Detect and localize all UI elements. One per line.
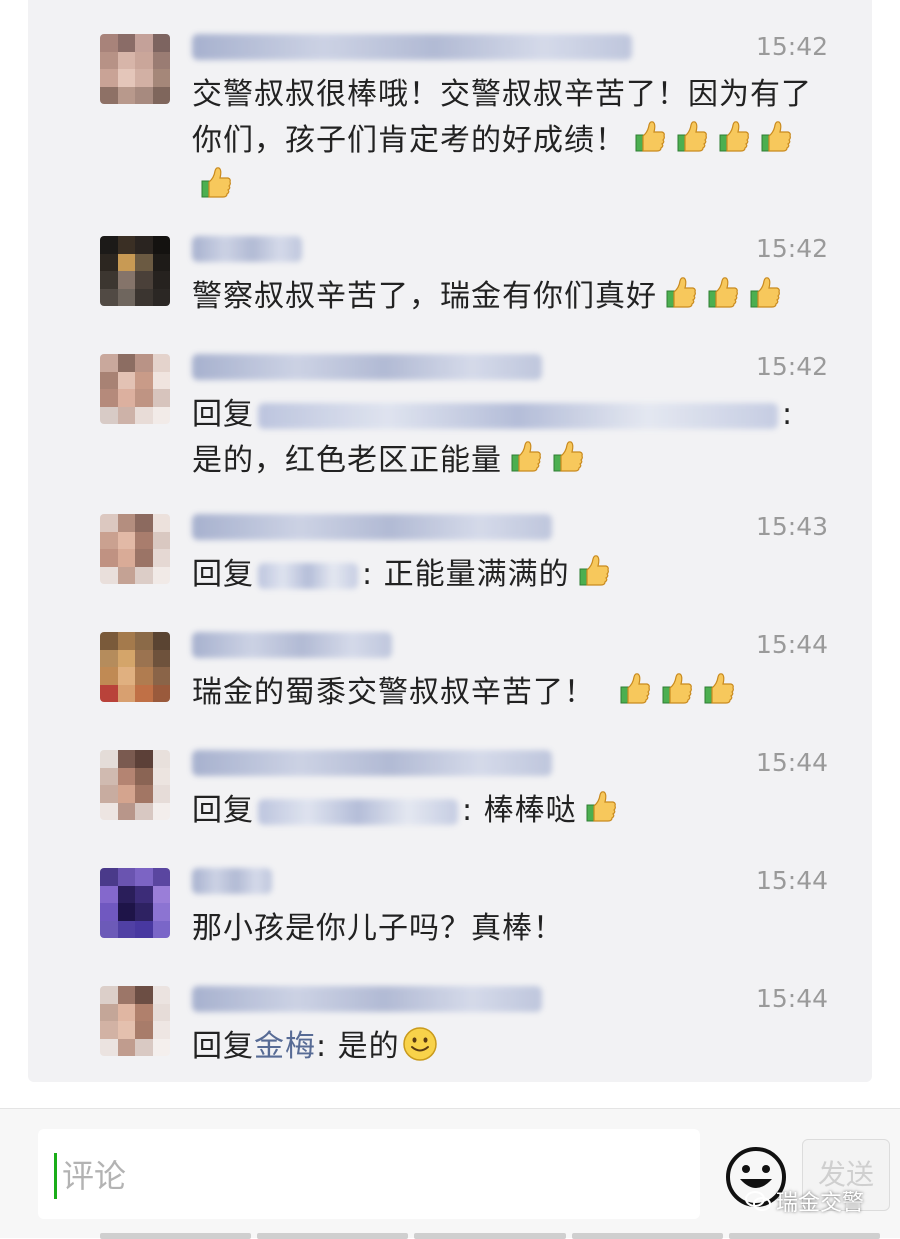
commenter-name-blurred [192,986,542,1012]
comment-item[interactable]: 15:44 回复金梅: 是的 [28,978,872,1078]
avatar[interactable] [100,514,170,584]
thumbs-up-icon [511,441,541,472]
commenter-name-blurred [192,34,632,60]
commenter-name-blurred [192,514,552,540]
thumbs-up-icons [657,277,783,314]
comment-item[interactable]: 15:44 那小孩是你儿子吗？真棒！ [28,860,872,960]
thumbs-up-icon [201,167,231,198]
commenter-name-blurred [192,750,552,776]
thumbs-up-icons [570,555,612,592]
comment-text: 瑞金的蜀黍交警叔叔辛苦了！ [192,670,832,716]
commenter-name-blurred [192,236,302,262]
thumbs-up-icon [666,277,696,308]
reply-prefix: 回复 [192,397,254,432]
keyboard-edge [100,1233,881,1239]
commenter-name-blurred [192,354,542,380]
thumbs-up-icon [708,277,738,308]
avatar[interactable] [100,34,170,104]
text-caret [54,1153,57,1199]
comment-text: 交警叔叔很棒哦！交警叔叔辛苦了！因为有了你们，孩子们肯定考的好成绩！ [192,72,832,210]
comment-input[interactable]: 评论 [38,1129,700,1219]
thumbs-up-icon [586,791,616,822]
thumbs-up-icons [577,791,619,828]
avatar[interactable] [100,986,170,1056]
reply-prefix: 回复 [192,1029,254,1064]
comment-time: 15:43 [755,512,828,541]
comment-text: 回复: 是的，红色老区正能量 [192,392,832,484]
comment-body: 警察叔叔辛苦了，瑞金有你们真好 [192,279,657,314]
avatar[interactable] [100,236,170,306]
comment-item[interactable]: 15:42 回复: 是的，红色老区正能量 [28,346,872,486]
comment-item[interactable]: 15:42 交警叔叔很棒哦！交警叔叔辛苦了！因为有了你们，孩子们肯定考的好成绩！ [28,26,872,206]
comment-time: 15:42 [755,234,828,263]
comment-time: 15:44 [755,748,828,777]
comment-text: 警察叔叔辛苦了，瑞金有你们真好 [192,274,832,320]
avatar[interactable] [100,632,170,702]
comment-time: 15:44 [755,630,828,659]
comment-text: 那小孩是你儿子吗？真棒！ [192,906,832,952]
reply-prefix: 回复 [192,557,254,592]
thumbs-up-icon [662,673,692,704]
comment-body: : 棒棒哒 [462,793,577,828]
comment-input-bar: 评论 发送 瑞金交警 [0,1108,900,1239]
avatar[interactable] [100,354,170,424]
thumbs-up-icon [704,673,734,704]
avatar[interactable] [100,750,170,820]
reply-target-blurred[interactable] [258,402,778,429]
comment-item[interactable]: 15:44 瑞金的蜀黍交警叔叔辛苦了！ [28,624,872,724]
avatar[interactable] [100,868,170,938]
comment-time: 15:42 [755,32,828,61]
comment-list: 15:42 交警叔叔很棒哦！交警叔叔辛苦了！因为有了你们，孩子们肯定考的好成绩！… [28,0,872,1082]
reply-prefix: 回复 [192,793,254,828]
wechat-icon [745,1191,771,1211]
thumbs-up-icon [579,555,609,586]
thumbs-up-icon [677,121,707,152]
comment-body: : 是的 [316,1029,400,1064]
watermark-text: 瑞金交警 [776,1191,865,1216]
comment-time: 15:42 [755,352,828,381]
smile-emoji-icon [402,1027,437,1061]
thumbs-up-icons [502,441,586,478]
comment-text: 回复 : 正能量满满的 [192,552,832,598]
thumbs-up-icon [719,121,749,152]
comment-time: 15:44 [755,984,828,1013]
comment-time: 15:44 [755,866,828,895]
commenter-name-blurred [192,868,272,894]
account-watermark: 瑞金交警 [744,1185,864,1217]
comment-body: 那小孩是你儿子吗？真棒！ [192,911,564,946]
comment-text: 回复金梅: 是的 [192,1024,832,1070]
commenter-name-blurred [192,632,392,658]
reply-target-blurred[interactable] [258,562,358,589]
reply-target-blurred[interactable] [258,798,458,825]
thumbs-up-icon [635,121,665,152]
comment-item[interactable]: 15:42 警察叔叔辛苦了，瑞金有你们真好 [28,228,872,328]
comment-item[interactable]: 15:43 回复 : 正能量满满的 [28,506,872,606]
thumbs-up-icon [761,121,791,152]
comment-body: : 正能量满满的 [362,557,570,592]
comment-body: 瑞金的蜀黍交警叔叔辛苦了！ [192,675,595,710]
comment-item[interactable]: 15:44 回复 : 棒棒哒 [28,742,872,842]
thumbs-up-icon [553,441,583,472]
thumbs-up-icon [750,277,780,308]
reply-target-name[interactable]: 金梅 [254,1029,316,1064]
comment-input-placeholder: 评论 [62,1157,127,1195]
thumbs-up-icon [620,673,650,704]
thumbs-up-icons [611,673,737,710]
comment-text: 回复 : 棒棒哒 [192,788,832,834]
